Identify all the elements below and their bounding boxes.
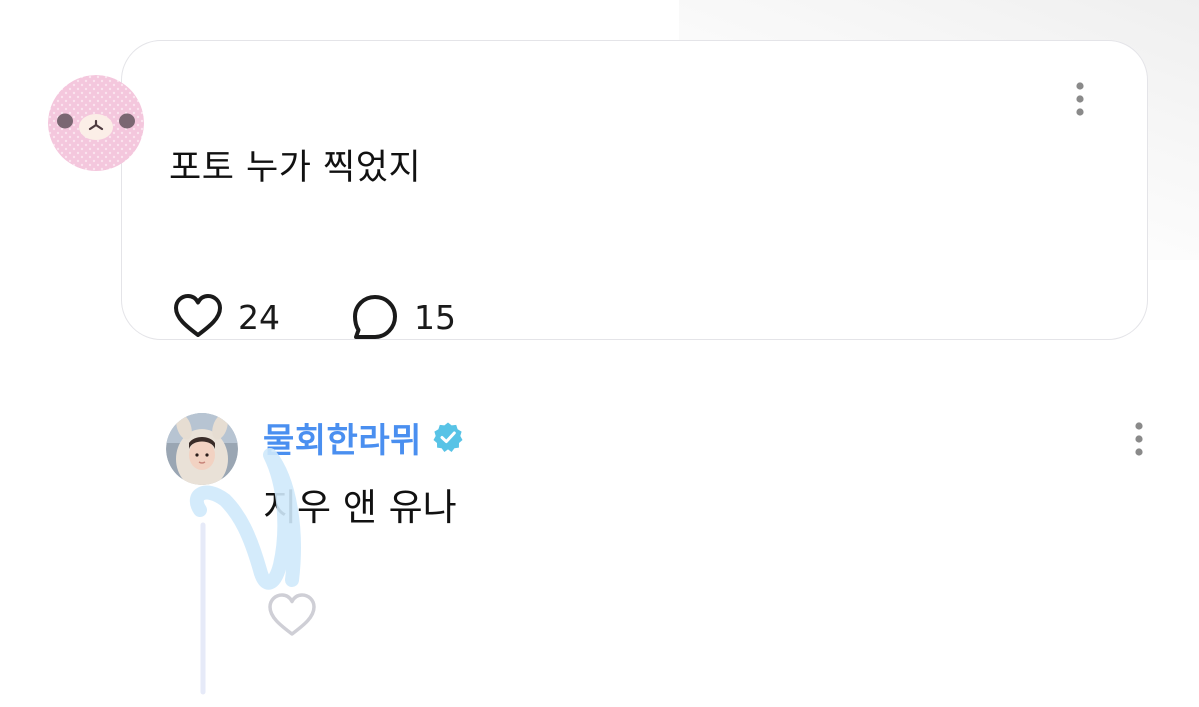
reply-text: 지우 앤 유나 [263, 486, 457, 529]
user-photo-icon [166, 413, 238, 485]
quoted-post-card[interactable]: 포토 누가 찍었지 24 15 [121, 40, 1148, 340]
post-more-button[interactable] [1072, 79, 1088, 119]
more-vertical-icon [1076, 82, 1084, 116]
more-vertical-icon [1135, 422, 1143, 456]
heart-icon [268, 593, 316, 636]
reply-more-button[interactable] [1131, 419, 1147, 459]
verified-badge-icon [433, 422, 463, 452]
comment-count: 15 [414, 297, 456, 337]
comment-bubble-icon [353, 295, 397, 339]
reply-like-button[interactable] [264, 590, 320, 646]
reply-user-avatar[interactable] [166, 413, 238, 485]
like-count: 24 [238, 297, 280, 337]
reply-header: 물회한라뮈 [263, 413, 464, 462]
heart-icon [174, 294, 222, 337]
post-text: 포토 누가 찍었지 [169, 148, 422, 188]
like-button[interactable]: 24 [172, 291, 280, 343]
bear-face-icon [48, 75, 144, 171]
comment-button[interactable]: 15 [350, 291, 456, 343]
pink-bear-avatar[interactable] [48, 75, 144, 171]
reply-username[interactable]: 물회한라뮈 [263, 413, 422, 462]
